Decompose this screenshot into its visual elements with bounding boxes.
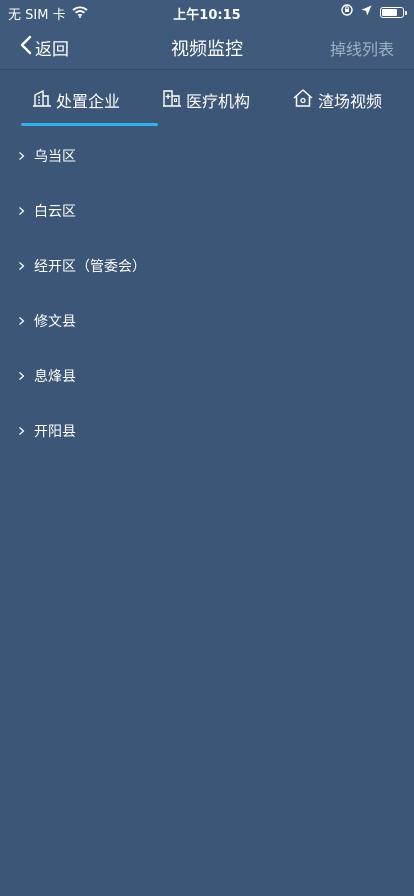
status-right <box>341 4 407 20</box>
tab-slag-site-video[interactable]: 渣场视频 <box>292 88 382 112</box>
list-item-label: 乌当区 <box>34 148 76 165</box>
list-item-label: 开阳县 <box>34 423 76 440</box>
active-tab-indicator <box>21 123 158 126</box>
tab-bar: 处置企业 医疗机构 渣场视频 <box>0 71 414 129</box>
tab-medical-institution[interactable]: 医疗机构 <box>162 88 250 112</box>
chevron-right-icon <box>18 206 28 216</box>
chevron-right-icon <box>18 371 28 381</box>
list-item-label: 经开区（管委会） <box>34 258 146 275</box>
list-item[interactable]: 乌当区 <box>0 128 414 183</box>
tab-label: 渣场视频 <box>318 92 383 111</box>
building-icon <box>32 88 52 112</box>
tab-label: 处置企业 <box>56 92 121 111</box>
list-item-label: 白云区 <box>34 203 76 220</box>
list-item[interactable]: 修文县 <box>0 293 414 348</box>
status-bar: 无 SIM 卡 上午10:15 <box>0 0 414 24</box>
chevron-right-icon <box>18 426 28 436</box>
offline-list-button[interactable]: 掉线列表 <box>330 36 394 60</box>
orientation-lock-icon <box>341 4 353 20</box>
house-icon <box>292 88 314 112</box>
list-item[interactable]: 经开区（管委会） <box>0 238 414 293</box>
battery-icon <box>380 6 407 18</box>
list-item-label: 修文县 <box>34 313 76 330</box>
list-item[interactable]: 开阳县 <box>0 403 414 458</box>
chevron-right-icon <box>18 151 28 161</box>
tab-disposal-enterprise[interactable]: 处置企业 <box>32 88 120 112</box>
list-item[interactable]: 息烽县 <box>0 348 414 403</box>
hospital-icon <box>162 88 182 112</box>
list-item[interactable]: 白云区 <box>0 183 414 238</box>
location-arrow-icon <box>361 5 372 20</box>
nav-bar: 返回 视频监控 掉线列表 <box>0 24 414 70</box>
district-list: 乌当区 白云区 经开区（管委会） 修文县 息烽县 开阳县 <box>0 128 414 458</box>
chevron-right-icon <box>18 316 28 326</box>
tab-label: 医疗机构 <box>186 92 251 111</box>
list-item-label: 息烽县 <box>34 368 76 385</box>
chevron-right-icon <box>18 261 28 271</box>
